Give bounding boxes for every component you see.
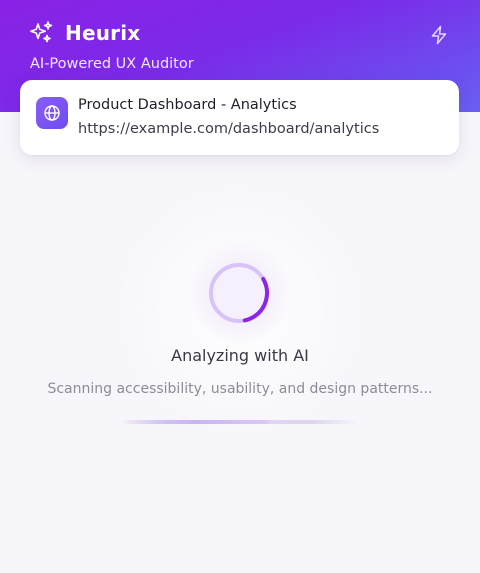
lightning-bolt-icon[interactable]	[428, 24, 450, 46]
status-title: Analyzing with AI	[171, 346, 309, 365]
loading-spinner	[209, 263, 269, 323]
progress-bar	[120, 420, 360, 424]
status-subtitle: Scanning accessibility, usability, and d…	[47, 381, 433, 397]
progress-fill	[120, 420, 269, 424]
globe-icon	[36, 97, 68, 129]
target-page-url: https://example.com/dashboard/analytics	[78, 121, 380, 137]
target-page-title: Product Dashboard - Analytics	[78, 97, 297, 113]
brand: Heurix	[28, 20, 140, 46]
sparkles-icon	[28, 20, 54, 46]
target-page-card: Product Dashboard - Analytics https://ex…	[20, 80, 459, 155]
app-name: Heurix	[65, 21, 141, 45]
spinner-arc	[209, 263, 269, 323]
app-tagline: AI-Powered UX Auditor	[30, 56, 194, 72]
